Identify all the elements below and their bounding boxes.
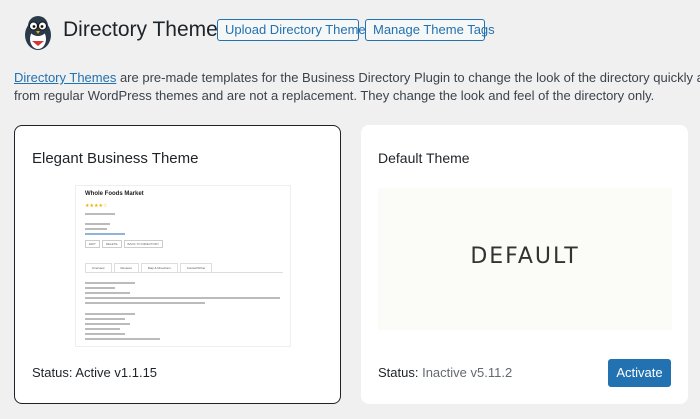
- preview-rating-stars: ★★★★☆: [85, 203, 108, 209]
- theme-preview: DEFAULT: [378, 188, 672, 330]
- description-line1: are pre-made templates for the Business …: [119, 70, 700, 85]
- penguin-logo-icon: [25, 16, 51, 50]
- preview-text-line: [85, 233, 125, 235]
- preview-text-line: [85, 228, 107, 230]
- preview-text-line: [85, 328, 120, 330]
- preview-tabs: Overview Reviews Map & Directions Contac…: [85, 263, 283, 273]
- preview-buttons: EDIT DELETE BACK TO DIRECTORY: [85, 240, 163, 248]
- manage-theme-tags-button[interactable]: Manage Theme Tags: [365, 19, 495, 41]
- directory-themes-link[interactable]: Directory Themes: [14, 70, 116, 85]
- preview-listing-title: Whole Foods Market: [85, 191, 144, 197]
- preview-text-line: [85, 338, 160, 340]
- preview-back-button: BACK TO DIRECTORY: [123, 240, 163, 248]
- preview-text-line: [85, 313, 135, 315]
- preview-text-line: [85, 213, 115, 215]
- theme-status: Status: Inactive v5.11.2: [378, 365, 512, 380]
- theme-title: Elegant Business Theme: [32, 150, 199, 167]
- preview-text-line: [85, 333, 125, 335]
- page-description: Directory Themes are pre-made templates …: [14, 69, 700, 105]
- preview-tab: Reviews: [113, 263, 139, 272]
- page-header: [20, 12, 56, 52]
- description-line2: from regular WordPress themes and are no…: [14, 88, 655, 103]
- upload-directory-theme-button[interactable]: Upload Directory Theme: [217, 19, 366, 41]
- theme-card-elegant-business[interactable]: Elegant Business Theme Whole Foods Marke…: [14, 125, 341, 404]
- preview-delete-button: DELETE: [101, 240, 122, 248]
- default-preview-label: DEFAULT: [470, 244, 580, 269]
- theme-preview-screenshot: Whole Foods Market ★★★★☆ EDIT DELETE BAC…: [75, 185, 291, 347]
- preview-text-line: [85, 302, 205, 304]
- preview-text-line: [85, 323, 130, 325]
- preview-text-line: [85, 282, 135, 284]
- preview-text-line: [85, 223, 110, 225]
- theme-status: Status: Active v1.1.15: [32, 365, 157, 380]
- status-label: Status:: [32, 365, 73, 380]
- preview-tab: Map & Directions: [140, 263, 178, 272]
- preview-tab: Contact/Other: [179, 263, 213, 272]
- preview-edit-button: EDIT: [85, 240, 100, 248]
- preview-text-line: [85, 287, 115, 289]
- theme-title: Default Theme: [378, 150, 470, 166]
- status-label: Status:: [378, 365, 419, 380]
- theme-card-default[interactable]: Default Theme DEFAULT Status: Inactive v…: [361, 125, 688, 404]
- status-value: Active v1.1.15: [75, 365, 158, 380]
- preview-text-line: [85, 297, 280, 299]
- preview-text-line: [85, 292, 130, 294]
- page-title: Directory Themes: [63, 18, 229, 41]
- preview-tab: Overview: [85, 263, 112, 272]
- activate-button[interactable]: Activate: [608, 359, 671, 387]
- status-value: Inactive v5.11.2: [422, 365, 513, 380]
- preview-text-line: [85, 318, 125, 320]
